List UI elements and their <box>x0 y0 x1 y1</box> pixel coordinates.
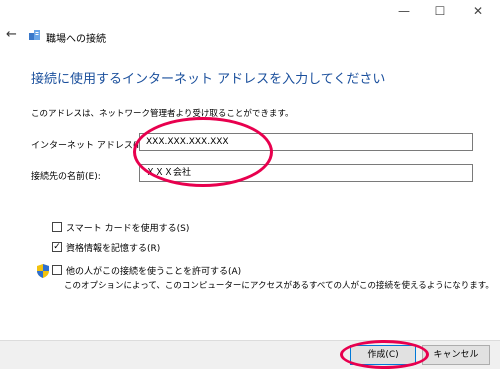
allow-others-note: このオプションによって、このコンピューターにアクセスがあるすべての人がこの接続を… <box>64 281 494 291</box>
maximize-button[interactable]: ☐ <box>420 0 460 22</box>
back-arrow-icon[interactable]: ← <box>6 27 17 42</box>
remember-credentials-label: 資格情報を記憶する(R) <box>66 244 161 254</box>
cancel-button[interactable]: キャンセル <box>422 345 490 365</box>
network-icon <box>29 30 40 40</box>
dialog-title: 職場への接続 <box>46 34 106 45</box>
page-heading: 接続に使用するインターネット アドレスを入力してください <box>31 72 386 87</box>
close-button[interactable]: ✕ <box>458 0 498 22</box>
smart-card-checkbox[interactable] <box>52 222 62 232</box>
uac-shield-icon <box>37 264 49 278</box>
remember-credentials-checkbox[interactable]: ✓ <box>52 242 62 252</box>
create-highlight-oval <box>340 340 429 369</box>
minimize-button[interactable]: — <box>384 0 424 22</box>
internet-address-label: インターネット アドレス(I): <box>31 141 146 151</box>
check-icon: ✓ <box>53 242 61 252</box>
allow-others-checkbox[interactable] <box>52 265 62 275</box>
smart-card-label: スマート カードを使用する(S) <box>66 224 190 234</box>
allow-others-label: 他の人がこの接続を使うことを許可する(A) <box>66 267 242 277</box>
destination-name-label: 接続先の名前(E): <box>31 172 101 182</box>
highlight-oval <box>133 117 273 187</box>
description-text: このアドレスは、ネットワーク管理者より受け取ることができます。 <box>31 109 294 119</box>
